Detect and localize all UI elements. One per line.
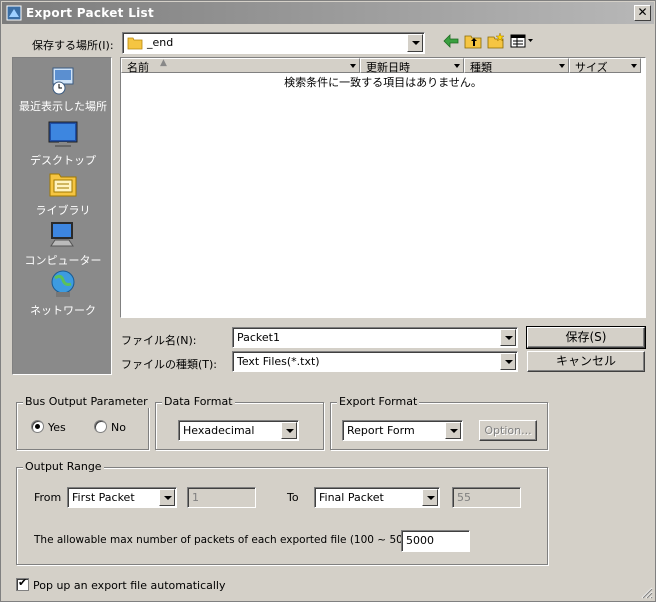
column-header-name[interactable]: 名前 ▲ bbox=[121, 58, 360, 74]
file-name-label: ファイル名(N): bbox=[121, 334, 197, 347]
column-dropdown-icon[interactable] bbox=[631, 61, 639, 71]
save-button[interactable]: 保存(S) bbox=[526, 326, 646, 349]
file-type-label: ファイルの種類(T): bbox=[121, 358, 218, 371]
to-dropdown[interactable]: Final Packet bbox=[314, 487, 440, 508]
option-button[interactable]: Option... bbox=[479, 420, 537, 441]
place-computer-label: コンピューター bbox=[24, 254, 102, 267]
bus-output-legend: Bus Output Parameter bbox=[23, 395, 150, 408]
data-format-dropdown[interactable]: Hexadecimal bbox=[178, 420, 299, 441]
network-icon bbox=[51, 270, 75, 297]
chevron-down-icon[interactable] bbox=[407, 34, 423, 52]
new-folder-icon[interactable] bbox=[486, 32, 506, 50]
chevron-down-icon[interactable] bbox=[445, 422, 461, 439]
from-number-field[interactable]: 1 bbox=[187, 487, 256, 508]
to-label: To bbox=[287, 491, 299, 504]
column-header-date[interactable]: 更新日時 bbox=[360, 58, 464, 74]
from-value: First Packet bbox=[72, 491, 135, 504]
bus-output-yes-radio[interactable] bbox=[31, 420, 44, 433]
view-menu-icon[interactable] bbox=[509, 32, 535, 50]
place-recent[interactable]: 最近表示した場所 bbox=[13, 64, 113, 114]
popup-label[interactable]: Pop up an export file automatically bbox=[33, 579, 225, 592]
bus-output-no-radio[interactable] bbox=[94, 420, 107, 433]
bus-output-group: Bus Output Parameter Yes No bbox=[16, 395, 150, 450]
column-header-size[interactable]: サイズ bbox=[569, 58, 641, 74]
file-type-dropdown[interactable]: Text Files(*.txt) bbox=[232, 351, 518, 372]
place-libraries-label: ライブラリ bbox=[35, 204, 91, 217]
place-desktop[interactable]: デスクトップ bbox=[13, 118, 113, 168]
bus-output-yes-label[interactable]: Yes bbox=[48, 421, 66, 434]
cancel-button[interactable]: キャンセル bbox=[527, 351, 645, 372]
title-bar: Export Packet List ✕ bbox=[2, 2, 654, 24]
max-packets-label: The allowable max number of packets of e… bbox=[34, 534, 421, 546]
popup-checkbox[interactable] bbox=[16, 576, 29, 591]
place-network[interactable]: ネットワーク bbox=[13, 268, 113, 318]
max-packets-input[interactable]: 5000 bbox=[401, 530, 470, 552]
resize-grip-icon[interactable] bbox=[641, 587, 653, 599]
empty-message: 検索条件に一致する項目はありません。 bbox=[284, 76, 482, 89]
chevron-down-icon[interactable] bbox=[159, 489, 175, 506]
app-icon bbox=[6, 5, 22, 21]
data-format-value: Hexadecimal bbox=[183, 424, 255, 437]
output-range-legend: Output Range bbox=[23, 460, 104, 473]
data-format-group: Data Format Hexadecimal bbox=[155, 395, 324, 450]
place-computer[interactable]: コンピューター bbox=[13, 218, 113, 268]
desktop-icon bbox=[48, 121, 78, 147]
save-in-value: _end bbox=[147, 36, 174, 49]
place-recent-label: 最近表示した場所 bbox=[19, 100, 107, 113]
column-dropdown-icon[interactable] bbox=[454, 61, 462, 71]
places-bar: 最近表示した場所 デスクトップ ライブラリ コンピューター ネットワーク bbox=[12, 57, 112, 375]
place-desktop-label: デスクトップ bbox=[30, 154, 96, 167]
column-header-type[interactable]: 種類 bbox=[464, 58, 569, 74]
data-format-legend: Data Format bbox=[162, 395, 235, 408]
file-list[interactable]: 名前 ▲ 更新日時 種類 サイズ 検索条件に一致する項目はありません。 bbox=[120, 57, 646, 318]
libraries-icon bbox=[49, 173, 77, 197]
recent-places-icon bbox=[52, 67, 74, 95]
sort-up-icon: ▲ bbox=[160, 58, 167, 68]
close-button[interactable]: ✕ bbox=[634, 5, 651, 21]
export-dialog: Export Packet List ✕ 保存する場所(I): _end 最近表… bbox=[0, 0, 656, 602]
place-libraries[interactable]: ライブラリ bbox=[13, 168, 113, 218]
to-value: Final Packet bbox=[319, 491, 384, 504]
back-arrow-icon[interactable] bbox=[441, 32, 461, 50]
window-title: Export Packet List bbox=[26, 6, 155, 20]
export-format-legend: Export Format bbox=[337, 395, 420, 408]
folder-icon bbox=[127, 37, 143, 50]
file-type-value: Text Files(*.txt) bbox=[237, 355, 320, 368]
up-folder-icon[interactable] bbox=[463, 32, 483, 50]
output-range-group: Output Range From First Packet 1 To Fina… bbox=[16, 460, 548, 565]
file-name-value: Packet1 bbox=[237, 331, 280, 344]
chevron-down-icon[interactable] bbox=[281, 422, 297, 439]
column-dropdown-icon[interactable] bbox=[350, 61, 358, 71]
export-format-group: Export Format Report Form Option... bbox=[330, 395, 548, 450]
from-label: From bbox=[34, 491, 62, 504]
save-in-label: 保存する場所(I): bbox=[32, 39, 114, 52]
bus-output-no-label[interactable]: No bbox=[111, 421, 126, 434]
chevron-down-icon[interactable] bbox=[500, 329, 516, 346]
to-number-field[interactable]: 55 bbox=[452, 487, 521, 508]
place-network-label: ネットワーク bbox=[30, 304, 96, 317]
chevron-down-icon[interactable] bbox=[500, 353, 516, 370]
computer-icon bbox=[50, 222, 74, 247]
export-format-dropdown[interactable]: Report Form bbox=[342, 420, 463, 441]
chevron-down-icon[interactable] bbox=[422, 489, 438, 506]
from-dropdown[interactable]: First Packet bbox=[67, 487, 177, 508]
file-name-input[interactable]: Packet1 bbox=[232, 327, 518, 348]
save-in-dropdown[interactable]: _end bbox=[122, 32, 425, 54]
export-format-value: Report Form bbox=[347, 424, 415, 437]
column-dropdown-icon[interactable] bbox=[559, 61, 567, 71]
